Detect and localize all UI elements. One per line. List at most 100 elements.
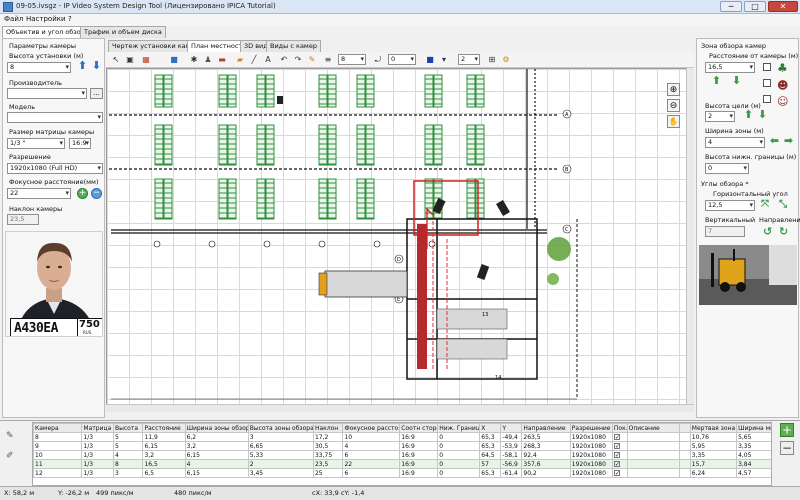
map-zoom-in-icon[interactable]: ⊕ <box>667 83 680 96</box>
map-zoom-out-icon[interactable]: ⊖ <box>667 99 680 112</box>
table-cell[interactable]: 1920x1080 <box>569 450 613 460</box>
table-cell[interactable]: 3,35 <box>736 441 771 451</box>
rack-shelf[interactable] <box>424 74 434 108</box>
table-cell[interactable]: ✓ <box>611 468 628 478</box>
column-header[interactable]: Соотн сторон <box>399 423 439 433</box>
rack-shelf[interactable] <box>466 74 476 108</box>
table-cell[interactable] <box>679 441 691 451</box>
resolution-select[interactable]: 1920x1080 (Full HD) <box>7 163 103 174</box>
table-cell[interactable]: 263,5 <box>521 432 571 442</box>
table-cell[interactable]: 90,2 <box>521 468 571 478</box>
table-cell[interactable]: -58,1 <box>500 450 523 460</box>
column-header[interactable]: Мертвая зона <box>689 423 738 433</box>
add-camera-button[interactable]: + <box>780 423 794 437</box>
table-cell[interactable]: 5 <box>112 441 144 451</box>
arrow-left-icon[interactable]: ⬅ <box>769 135 780 148</box>
table-cell[interactable]: 65,3 <box>479 468 502 478</box>
rack-shelf[interactable] <box>318 74 328 108</box>
visible-checkbox[interactable]: ✓ <box>613 442 620 449</box>
zoom-in-icon[interactable]: + <box>77 188 88 199</box>
table-cell[interactable]: 1/3 <box>81 441 114 451</box>
table-cell[interactable]: 6,15 <box>184 468 249 478</box>
table-cell[interactable]: 4,05 <box>736 450 771 460</box>
table-cell[interactable]: 3,2 <box>142 450 186 460</box>
rack-shelf[interactable] <box>365 74 375 108</box>
rack-shelf[interactable] <box>327 74 337 108</box>
tilt-field[interactable]: 23,5 <box>7 214 39 225</box>
table-cell[interactable]: -56,9 <box>500 459 523 469</box>
table-cell[interactable]: 9 <box>33 441 83 451</box>
menu-help[interactable]: ? <box>68 15 72 23</box>
table-cell[interactable]: 0 <box>437 432 481 442</box>
rack-shelf[interactable] <box>154 74 164 108</box>
undo-icon[interactable]: ↶ <box>278 54 290 66</box>
table-cell[interactable]: 5,65 <box>736 432 771 442</box>
visible-checkbox[interactable]: ✓ <box>613 469 620 476</box>
table-cell[interactable]: 0 <box>437 459 481 469</box>
table-cell[interactable]: 0 <box>437 468 481 478</box>
table-cell[interactable]: 3,35 <box>689 450 738 460</box>
column-header[interactable] <box>679 423 691 433</box>
table-cell[interactable]: 4 <box>342 441 401 451</box>
table-cell[interactable]: 16,5 <box>142 459 186 469</box>
table-cell[interactable]: 5 <box>112 432 144 442</box>
table-cell[interactable]: 6 <box>342 468 401 478</box>
column-header[interactable]: Разрешение <box>569 423 613 433</box>
vertical-scrollbar[interactable] <box>686 68 694 404</box>
rack-shelf[interactable] <box>433 74 443 108</box>
table-cell[interactable]: 16:9 <box>399 432 439 442</box>
table-cell[interactable]: 6,24 <box>689 468 738 478</box>
table-cell[interactable]: -53,9 <box>500 441 523 451</box>
table-cell[interactable]: 57 <box>479 459 502 469</box>
visible-checkbox[interactable]: ✓ <box>613 460 620 467</box>
rack-shelf[interactable] <box>218 74 228 108</box>
table-cell[interactable]: ✓ <box>611 441 628 451</box>
arrow-down-icon[interactable]: ⬇ <box>757 109 768 122</box>
text-icon[interactable]: A <box>262 54 274 66</box>
table-cell[interactable]: 4,57 <box>736 468 771 478</box>
table-cell[interactable]: 5,95 <box>689 441 738 451</box>
option-checkbox[interactable] <box>763 79 771 87</box>
table-cell[interactable]: ✓ <box>611 459 628 469</box>
table-cell[interactable]: 6,5 <box>142 468 186 478</box>
visible-checkbox[interactable]: ✓ <box>613 451 620 458</box>
table-cell[interactable]: -49,4 <box>500 432 523 442</box>
rack-shelf[interactable] <box>356 74 366 108</box>
ruler-icon[interactable]: ⊞ <box>486 54 498 66</box>
column-header[interactable]: Высота зоны обзора <box>247 423 314 433</box>
arrow-down-icon[interactable]: ⬇ <box>731 75 742 88</box>
bus-icon[interactable]: ▬ <box>216 54 228 66</box>
table-cell[interactable]: 5,33 <box>247 450 314 460</box>
table-row[interactable]: 10 1/3 4 3,2 6,15 5,33 33,75 6 16:9 0 64,5 -58,1 92,… <box>33 450 771 460</box>
table-cell[interactable]: 2 <box>247 459 314 469</box>
table-cell[interactable] <box>626 459 681 469</box>
table-cell[interactable]: 0 <box>437 450 481 460</box>
manufacturer-select[interactable] <box>7 88 87 99</box>
site-plan-drawing[interactable]: A B C D E 13 14 <box>107 69 694 412</box>
rack-shelf[interactable] <box>163 74 173 108</box>
table-row[interactable]: 9 1/3 5 6,15 3,2 6,65 30,5 4 16:9 0 65,3 -53,9 268,3… <box>33 441 771 451</box>
arrow-down-icon[interactable]: ⬇ <box>91 60 102 73</box>
rotate-right-icon[interactable]: ↻ <box>779 225 788 238</box>
table-cell[interactable]: 4 <box>112 450 144 460</box>
line-icon[interactable]: ╱ <box>248 54 260 66</box>
table-cell[interactable]: 10,76 <box>689 432 738 442</box>
bush-icon[interactable]: ✱ <box>188 54 200 66</box>
column-header[interactable]: Ниж. Граница <box>437 423 481 433</box>
table-cell[interactable]: 12 <box>33 468 83 478</box>
table-cell[interactable]: 1920x1080 <box>569 468 613 478</box>
table-cell[interactable] <box>679 468 691 478</box>
option-checkbox[interactable] <box>763 63 771 71</box>
arrow-up-icon[interactable]: ⬆ <box>77 60 88 73</box>
arrow-up-icon[interactable]: ⬆ <box>711 75 722 88</box>
table-cell[interactable]: 3 <box>112 468 144 478</box>
sensor-select[interactable]: 1/3 " <box>7 138 65 149</box>
broom-icon[interactable]: ✎ <box>306 54 318 66</box>
table-cell[interactable]: 8 <box>112 459 144 469</box>
table-cell[interactable]: 23,5 <box>312 459 344 469</box>
shape-icon[interactable]: ■ <box>168 54 180 66</box>
rack-shelf[interactable] <box>265 74 275 108</box>
column-header[interactable]: Расстояние <box>142 423 186 433</box>
table-cell[interactable] <box>626 450 681 460</box>
table-cell[interactable]: 10 <box>342 432 401 442</box>
